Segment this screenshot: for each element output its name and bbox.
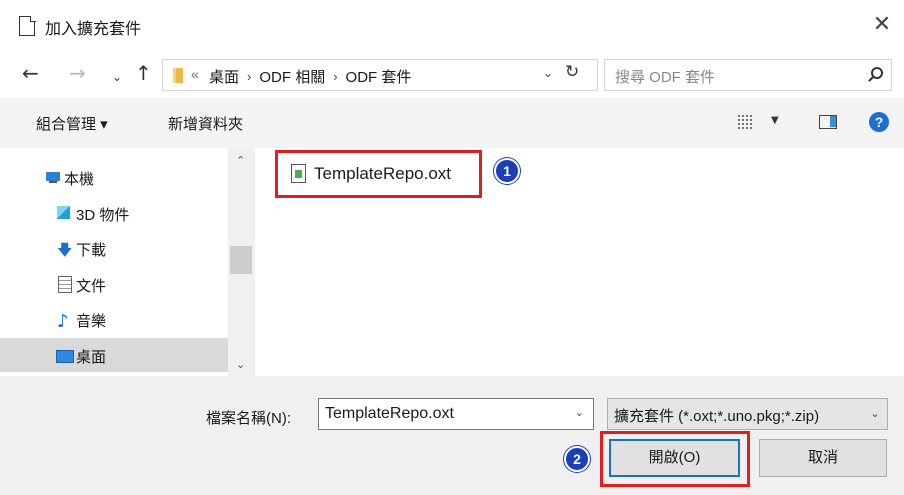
nav-item-label: 3D 物件	[76, 207, 130, 224]
up-arrow-icon[interactable]: ↑	[135, 62, 152, 84]
music-icon: ♪	[57, 311, 69, 332]
forward-arrow-icon[interactable]: →	[69, 62, 86, 84]
window-title: 加入擴充套件	[45, 21, 142, 38]
nav-item-label: 音樂	[76, 313, 107, 330]
nav-item-documents[interactable]: 文件	[0, 267, 228, 301]
breadcrumb: 桌面 › ODF 相關 › ODF 套件	[209, 66, 411, 87]
dialog-footer: 檔案名稱(N): TemplateRepo.oxt ⌄ 擴充套件 (*.oxt;…	[0, 376, 904, 495]
filename-dropdown-icon[interactable]: ⌄	[575, 406, 584, 419]
breadcrumb-overflow[interactable]: «	[191, 66, 199, 82]
nav-item-label: 下載	[76, 242, 107, 259]
file-item[interactable]: TemplateRepo.oxt	[275, 150, 482, 198]
search-placeholder: 搜尋 ODF 套件	[615, 69, 715, 86]
navigation-pane: 本機 3D 物件 🡇 下載 文件 ♪ 音樂 桌面	[0, 148, 228, 376]
desktop-icon	[56, 347, 74, 363]
step-badge-2: 2	[564, 446, 590, 472]
document-icon	[19, 15, 36, 36]
scroll-up-icon[interactable]: ⌃	[236, 154, 245, 167]
search-input[interactable]: 搜尋 ODF 套件	[604, 59, 892, 91]
download-icon: 🡇	[57, 241, 73, 259]
nav-item-this-pc[interactable]: 本機	[0, 160, 228, 194]
document-icon	[57, 276, 73, 293]
nav-item-desktop[interactable]: 桌面	[0, 338, 228, 372]
nav-item-3d-objects[interactable]: 3D 物件	[0, 196, 228, 230]
extension-file-icon	[291, 164, 306, 183]
scrollbar-thumb[interactable]	[230, 246, 252, 274]
file-name: TemplateRepo.oxt	[314, 164, 452, 183]
title-bar: 加入擴充套件 ✕	[0, 0, 904, 52]
file-type-select[interactable]: 擴充套件 (*.oxt;*.uno.pkg;*.zip) ⌄	[607, 398, 888, 430]
breadcrumb-item[interactable]: ODF 套件	[346, 66, 412, 87]
view-options-icon[interactable]	[737, 114, 753, 130]
back-arrow-icon[interactable]: ←	[22, 62, 39, 84]
computer-icon	[46, 169, 62, 185]
breadcrumb-chevron-icon[interactable]: ›	[247, 69, 251, 84]
file-list: TemplateRepo.oxt 1	[255, 148, 904, 376]
new-folder-button[interactable]: 新增資料夾	[168, 113, 243, 134]
file-type-dropdown-icon[interactable]: ⌄	[863, 399, 887, 429]
close-button[interactable]: ✕	[870, 14, 894, 38]
step-badge-1: 1	[494, 158, 520, 184]
nav-pane-scrollbar[interactable]: ⌃ ⌄	[228, 148, 255, 376]
filename-field[interactable]: TemplateRepo.oxt ⌄	[318, 398, 594, 430]
filename-value[interactable]: TemplateRepo.oxt	[325, 405, 454, 423]
filename-label: 檔案名稱(N):	[206, 410, 291, 427]
command-toolbar: 組合管理 ▾ 新增資料夾 ▼ ?	[0, 98, 904, 148]
nav-item-label: 文件	[76, 278, 107, 295]
breadcrumb-chevron-icon[interactable]: ›	[333, 69, 337, 84]
cancel-button[interactable]: 取消	[759, 439, 887, 477]
file-type-value: 擴充套件 (*.oxt;*.uno.pkg;*.zip)	[614, 408, 820, 425]
help-icon[interactable]: ?	[869, 112, 889, 132]
breadcrumb-item[interactable]: ODF 相關	[259, 66, 325, 87]
organize-menu-button[interactable]: 組合管理 ▾	[36, 113, 108, 134]
nav-item-label: 本機	[64, 171, 95, 188]
view-dropdown-icon[interactable]: ▼	[771, 115, 779, 126]
scroll-down-icon[interactable]: ⌄	[236, 358, 245, 371]
nav-item-label: 桌面	[76, 349, 107, 366]
search-icon[interactable]	[871, 67, 883, 79]
open-button[interactable]: 開啟(O)	[609, 439, 740, 477]
address-row: ← → ⌄ ↑ « 桌面 › ODF 相關 › ODF 套件 ⌄ ↻ 搜尋 OD…	[0, 52, 904, 98]
refresh-icon[interactable]: ↻	[565, 62, 579, 82]
nav-item-downloads[interactable]: 🡇 下載	[0, 231, 228, 265]
cube-icon	[56, 205, 72, 221]
recent-locations-chevron-icon[interactable]: ⌄	[112, 66, 122, 88]
nav-item-music[interactable]: ♪ 音樂	[0, 302, 228, 336]
preview-pane-icon[interactable]	[819, 115, 837, 129]
breadcrumb-item[interactable]: 桌面	[209, 66, 239, 87]
address-dropdown-icon[interactable]: ⌄	[543, 66, 553, 80]
folder-icon	[173, 68, 183, 83]
address-bar[interactable]: « 桌面 › ODF 相關 › ODF 套件 ⌄ ↻	[162, 59, 598, 91]
